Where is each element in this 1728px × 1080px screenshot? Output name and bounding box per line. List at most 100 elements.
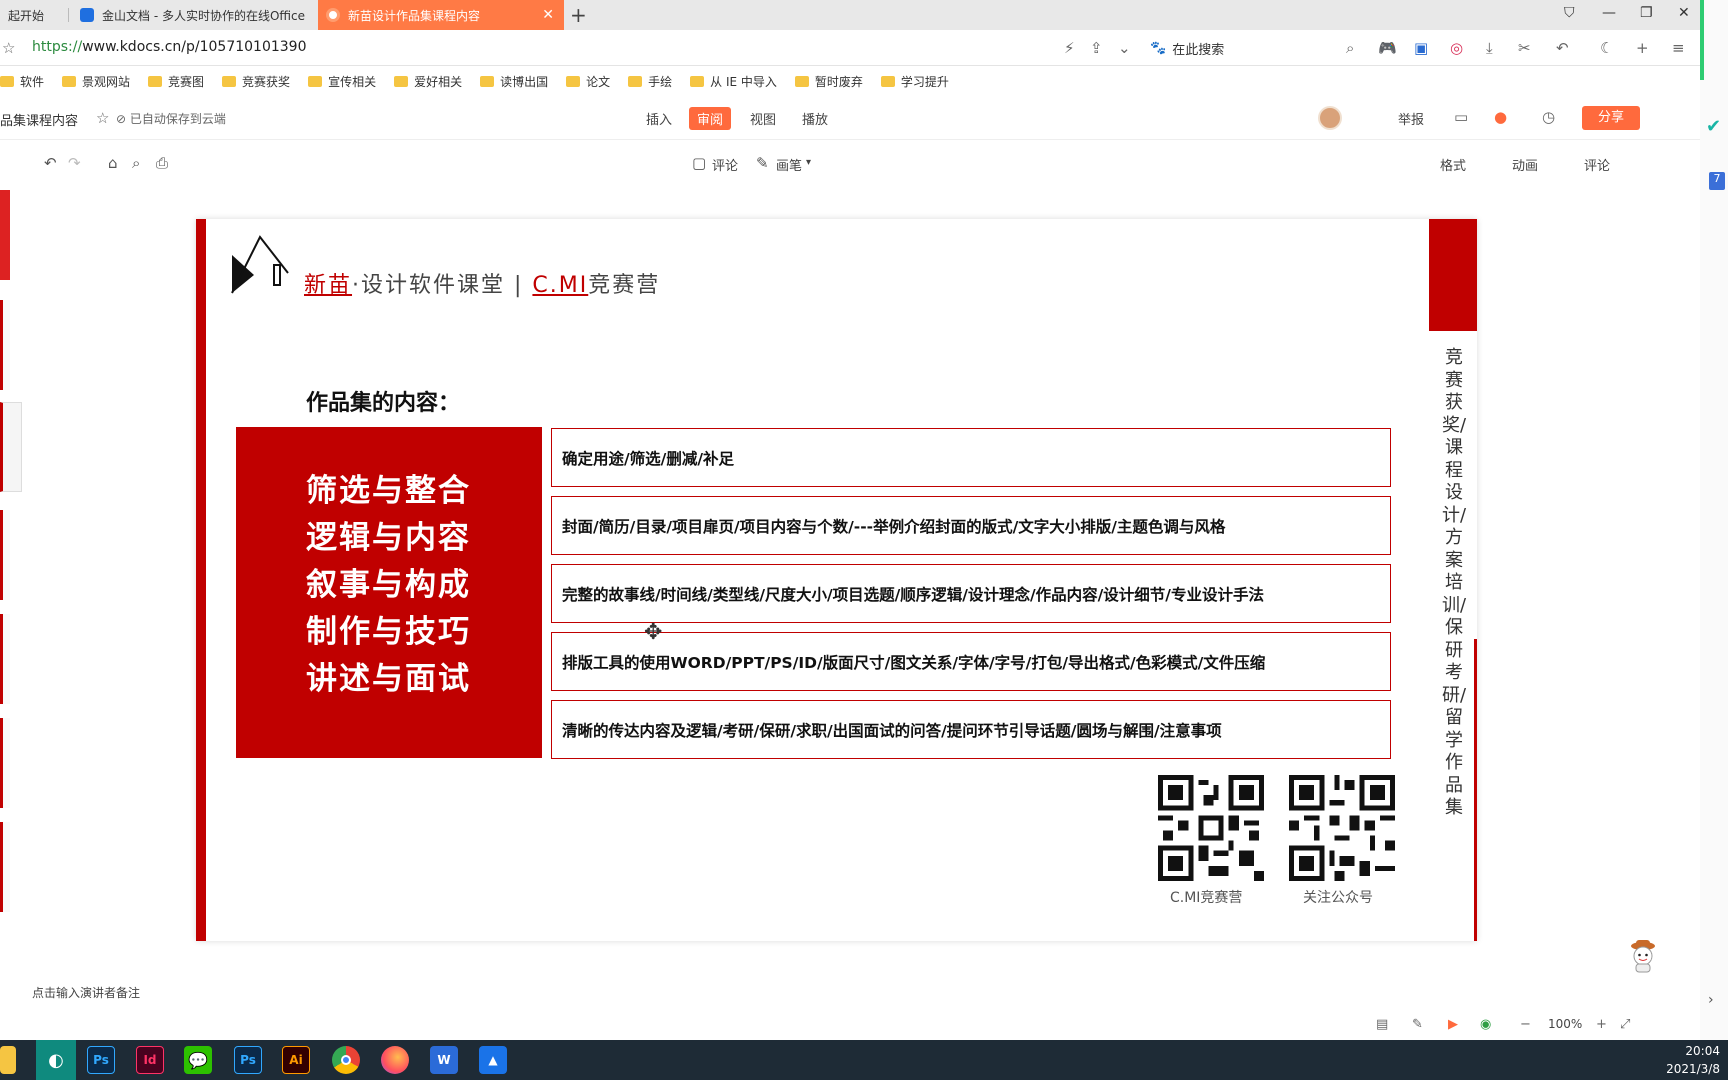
browser-search-box[interactable]: 🐾 在此搜索	[1150, 37, 1350, 59]
indesign-icon[interactable]: Id	[136, 1046, 164, 1074]
undo-icon[interactable]: ↶	[44, 154, 57, 172]
tab-start[interactable]: 起开始	[0, 0, 66, 30]
slide-canvas[interactable]: 竞赛获奖/课程设计/方案培训/保研考研/留学作品集 新苗·设计软件课堂 | C.…	[196, 219, 1477, 941]
slide-thumbnail[interactable]	[0, 300, 10, 390]
scissors-icon[interactable]: ✂	[1518, 39, 1531, 57]
bookmark-item[interactable]: 论文	[566, 73, 610, 90]
speaker-notes-input[interactable]: 点击输入演讲者备注	[32, 984, 140, 1001]
search-icon[interactable]: ⌕	[132, 154, 140, 172]
bookmark-item[interactable]: 景观网站	[62, 73, 130, 90]
bookmark-item[interactable]: 从 IE 中导入	[690, 73, 777, 90]
menu-icon[interactable]: ⛉	[1564, 5, 1575, 21]
tab-animation[interactable]: 动画	[1512, 155, 1538, 174]
restore-icon[interactable]: ❐	[1640, 5, 1653, 21]
share-page-icon[interactable]: ⇪	[1090, 39, 1103, 57]
tab-format[interactable]: 格式	[1440, 155, 1466, 174]
play-slideshow-icon[interactable]: ▶	[1448, 1017, 1458, 1032]
comment-button[interactable]: 评论	[712, 155, 738, 174]
wechat-icon[interactable]: 💬	[184, 1046, 212, 1074]
zoom-level[interactable]: 100%	[1548, 1017, 1582, 1031]
fit-screen-icon[interactable]: ⤢	[1620, 1017, 1630, 1032]
firefox-icon[interactable]	[381, 1046, 409, 1074]
slide-right-accent-block	[1429, 219, 1477, 331]
play-record-icon[interactable]: ●	[1494, 108, 1507, 126]
photoshop-icon[interactable]: Ps	[87, 1046, 115, 1074]
print-icon[interactable]: ⎙	[156, 154, 168, 172]
bookmark-item[interactable]: 竞赛图	[148, 73, 204, 90]
extension-icon[interactable]: ▣	[1414, 39, 1428, 57]
close-window-icon[interactable]: ✕	[1678, 5, 1690, 21]
chevron-down-icon[interactable]: ▾	[806, 157, 811, 168]
search-icon[interactable]: ⌕	[1346, 39, 1354, 57]
zoom-out-icon[interactable]: −	[1520, 1017, 1531, 1032]
history-icon[interactable]: ◷	[1542, 108, 1555, 126]
photoshop-icon[interactable]: Ps	[234, 1046, 262, 1074]
detail-row: 排版工具的使用WORD/PPT/PS/ID/版面尺寸/图文关系/字体/字号/打包…	[551, 632, 1391, 691]
undo-icon[interactable]: ↶	[1556, 39, 1569, 57]
bookmark-item[interactable]: 读博出国	[480, 73, 548, 90]
chevron-down-icon[interactable]: ⌄	[1118, 39, 1131, 57]
download-icon[interactable]: ⤓	[1486, 39, 1493, 57]
browser-active-icon[interactable]: ◐	[36, 1040, 76, 1080]
illustrator-icon[interactable]: Ai	[282, 1046, 310, 1074]
slide-thumbnail-selected[interactable]	[0, 402, 22, 492]
bookmark-item[interactable]: 宣传相关	[308, 73, 376, 90]
menu-insert[interactable]: 插入	[646, 109, 672, 128]
add-icon[interactable]: +	[1636, 39, 1649, 57]
chevron-right-icon[interactable]: ›	[1708, 992, 1714, 1008]
file-explorer-icon[interactable]	[0, 1046, 16, 1074]
pen-icon[interactable]: ✎	[756, 154, 769, 172]
new-tab-button[interactable]: +	[570, 3, 587, 27]
picture-viewer-icon[interactable]: ▲	[479, 1046, 507, 1074]
menu-play[interactable]: 播放	[802, 109, 828, 128]
bookmark-item[interactable]: 暂时废弃	[794, 73, 863, 90]
vertical-tagline: 竞赛获奖/课程设计/方案培训/保研考研/留学作品集	[1441, 347, 1467, 818]
wps-writer-icon[interactable]: W	[430, 1046, 458, 1074]
document-title[interactable]: 品集课程内容	[0, 110, 78, 129]
game-icon[interactable]: 🎮	[1378, 39, 1397, 57]
report-link[interactable]: 举报	[1398, 109, 1424, 128]
calendar-icon[interactable]: 7	[1709, 172, 1725, 190]
bookmark-item[interactable]: 学习提升	[880, 73, 949, 90]
star-icon[interactable]: ☆	[2, 39, 15, 57]
menu-view[interactable]: 视图	[750, 109, 776, 128]
slide-thumbnail[interactable]	[0, 718, 10, 808]
minimize-icon[interactable]: —	[1602, 5, 1616, 21]
video-icon[interactable]: ▭	[1454, 108, 1468, 126]
zoom-in-icon[interactable]: +	[1596, 1017, 1607, 1032]
detail-row: 封面/简历/目录/项目扉页/项目内容与个数/---举例介绍封面的版式/文字大小排…	[551, 496, 1391, 555]
comment-icon[interactable]: ▢	[692, 154, 706, 172]
slide-thumbnail[interactable]	[0, 510, 10, 600]
mascot-assistant-icon[interactable]	[1627, 938, 1659, 974]
check-icon[interactable]: ✔	[1706, 116, 1721, 137]
user-avatar[interactable]	[1318, 106, 1342, 130]
favorite-star-icon[interactable]: ☆	[96, 109, 109, 127]
bookmark-item[interactable]: 软件	[0, 73, 44, 90]
tab-comments[interactable]: 评论	[1584, 155, 1610, 174]
music-icon[interactable]: ◎	[1450, 39, 1463, 57]
chrome-icon[interactable]	[332, 1046, 360, 1074]
bookmark-item[interactable]: 手绘	[628, 73, 672, 90]
slide-thumbnail[interactable]	[0, 190, 10, 280]
notes-toggle-icon[interactable]: ▤	[1376, 1017, 1388, 1032]
hamburger-menu-icon[interactable]: ≡	[1672, 39, 1685, 57]
system-clock[interactable]: 20:04 2021/3/8	[1640, 1042, 1720, 1078]
pen-button[interactable]: 画笔	[776, 155, 802, 174]
slide-thumbnail[interactable]	[0, 614, 10, 704]
menu-review[interactable]: 审阅	[689, 107, 732, 130]
bookmark-item[interactable]: 竞赛获奖	[222, 73, 290, 90]
share-button[interactable]: 分享	[1582, 106, 1640, 130]
tab-active-document[interactable]: 新苗设计作品集课程内容 ✕	[318, 0, 564, 30]
brand-middle: ·设计软件课堂 |	[352, 273, 533, 298]
broadcast-icon[interactable]: ◉	[1480, 1017, 1491, 1032]
url-field[interactable]: https://www.kdocs.cn/p/105710101390	[32, 39, 306, 55]
close-tab-icon[interactable]: ✕	[542, 7, 554, 23]
redo-icon[interactable]: ↷	[68, 154, 81, 172]
format-painter-icon[interactable]: ⌂	[108, 154, 118, 172]
pen-mode-icon[interactable]: ✎	[1412, 1017, 1423, 1032]
tab-kdocs-home[interactable]: 金山文档 - 多人实时协作的在线Office	[72, 0, 316, 30]
slide-thumbnail[interactable]	[0, 822, 10, 912]
bookmark-item[interactable]: 爱好相关	[394, 73, 462, 90]
lightning-icon[interactable]: ⚡	[1064, 39, 1075, 57]
moon-icon[interactable]: ☾	[1600, 39, 1613, 57]
